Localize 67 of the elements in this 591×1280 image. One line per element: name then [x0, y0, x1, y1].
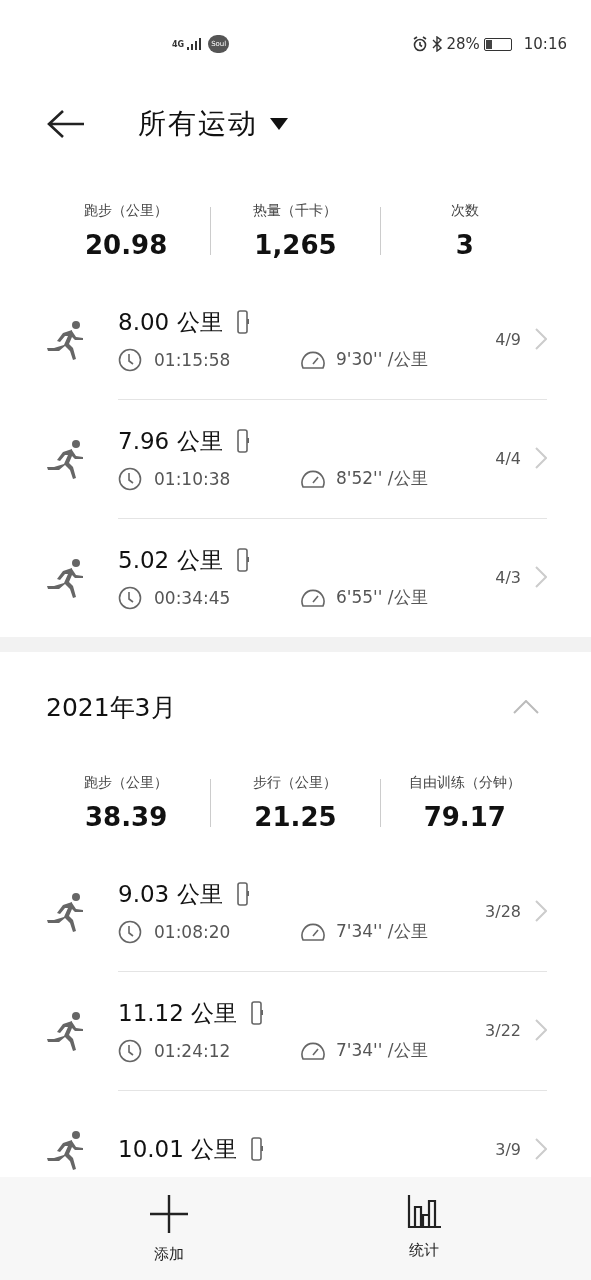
- stat-label: 自由训练（分钟）: [408, 774, 521, 792]
- chevron-right-icon[interactable]: [535, 1138, 547, 1160]
- clock-icon: [118, 585, 142, 610]
- date-text: 3/28: [485, 901, 521, 921]
- stat-label: 次数: [450, 202, 479, 220]
- clock-time: 10:16: [523, 35, 567, 53]
- distance-text: 7.96 公里: [118, 426, 223, 456]
- plus-icon[interactable]: [149, 1195, 188, 1233]
- bluetooth-icon: [432, 36, 443, 52]
- date-text: 3/22: [485, 1020, 521, 1040]
- distance-text: 5.02 公里: [118, 545, 223, 575]
- duration-text: 01:08:20: [154, 921, 231, 942]
- date-text: 4/4: [495, 448, 521, 468]
- network-label: 4G: [172, 39, 185, 49]
- distance-text: 9.03 公里: [118, 879, 223, 909]
- clock-icon: [118, 466, 142, 491]
- nav-button[interactable]: 统计: [401, 1177, 448, 1280]
- chevron-right-icon[interactable]: [535, 1019, 547, 1041]
- band-icon: [236, 882, 249, 906]
- date-text: 3/9: [495, 1139, 521, 1159]
- sport-filter-dropdown[interactable]: 所有运动: [138, 105, 288, 143]
- stat-value: 21.25: [254, 802, 337, 832]
- clock-icon: [118, 347, 142, 372]
- stat-value: 38.39: [85, 802, 168, 832]
- chevron-right-icon[interactable]: [535, 328, 547, 350]
- chevron-right-icon[interactable]: [535, 447, 547, 469]
- bar-chart-icon[interactable]: [407, 1195, 442, 1229]
- nav-button[interactable]: 添加: [143, 1177, 194, 1280]
- date-text: 4/3: [495, 567, 521, 587]
- band-icon: [251, 1137, 264, 1161]
- alarm-icon: [412, 36, 429, 52]
- stat-label: 跑步（公里）: [84, 774, 169, 792]
- back-icon[interactable]: [46, 108, 86, 140]
- band-icon: [251, 1001, 264, 1025]
- stat-value: 3: [455, 230, 474, 260]
- distance-text: 8.00 公里: [118, 307, 223, 337]
- stat-label: 跑步（公里）: [84, 202, 169, 220]
- stat-value: 79.17: [423, 802, 506, 832]
- stat-label: 步行（公里）: [253, 774, 338, 792]
- stat-value: 20.98: [85, 230, 168, 260]
- chevron-up-icon[interactable]: [513, 700, 539, 714]
- duration-text: 01:24:12: [154, 1040, 231, 1061]
- band-icon: [236, 310, 249, 334]
- dropdown-caret-icon[interactable]: [270, 118, 288, 130]
- stat-label: 热量（千卡）: [253, 202, 338, 220]
- duration-text: 01:10:38: [154, 468, 231, 489]
- pace-text: 7'34'' /公里: [336, 920, 428, 943]
- signal-icon: [187, 38, 202, 50]
- chevron-right-icon[interactable]: [535, 900, 547, 922]
- stat-value: 1,265: [254, 230, 337, 260]
- battery-percent: 28%: [446, 35, 480, 53]
- pace-text: 8'52'' /公里: [336, 467, 428, 490]
- distance-text: 10.01 公里: [118, 1134, 238, 1164]
- date-text: 4/9: [495, 329, 521, 349]
- battery-icon: [483, 37, 512, 51]
- pace-text: 9'30'' /公里: [336, 348, 428, 371]
- band-icon: [236, 548, 249, 572]
- duration-text: 00:34:45: [154, 587, 231, 608]
- duration-text: 01:15:58: [154, 349, 231, 370]
- chevron-right-icon[interactable]: [535, 566, 547, 588]
- pace-text: 6'55'' /公里: [336, 586, 428, 609]
- clock-icon: [118, 919, 142, 944]
- band-icon: [236, 429, 249, 453]
- distance-text: 11.12 公里: [118, 998, 238, 1028]
- pace-text: 7'34'' /公里: [336, 1039, 428, 1062]
- month-title: 2021年3月: [46, 691, 176, 724]
- clock-icon: [118, 1038, 142, 1063]
